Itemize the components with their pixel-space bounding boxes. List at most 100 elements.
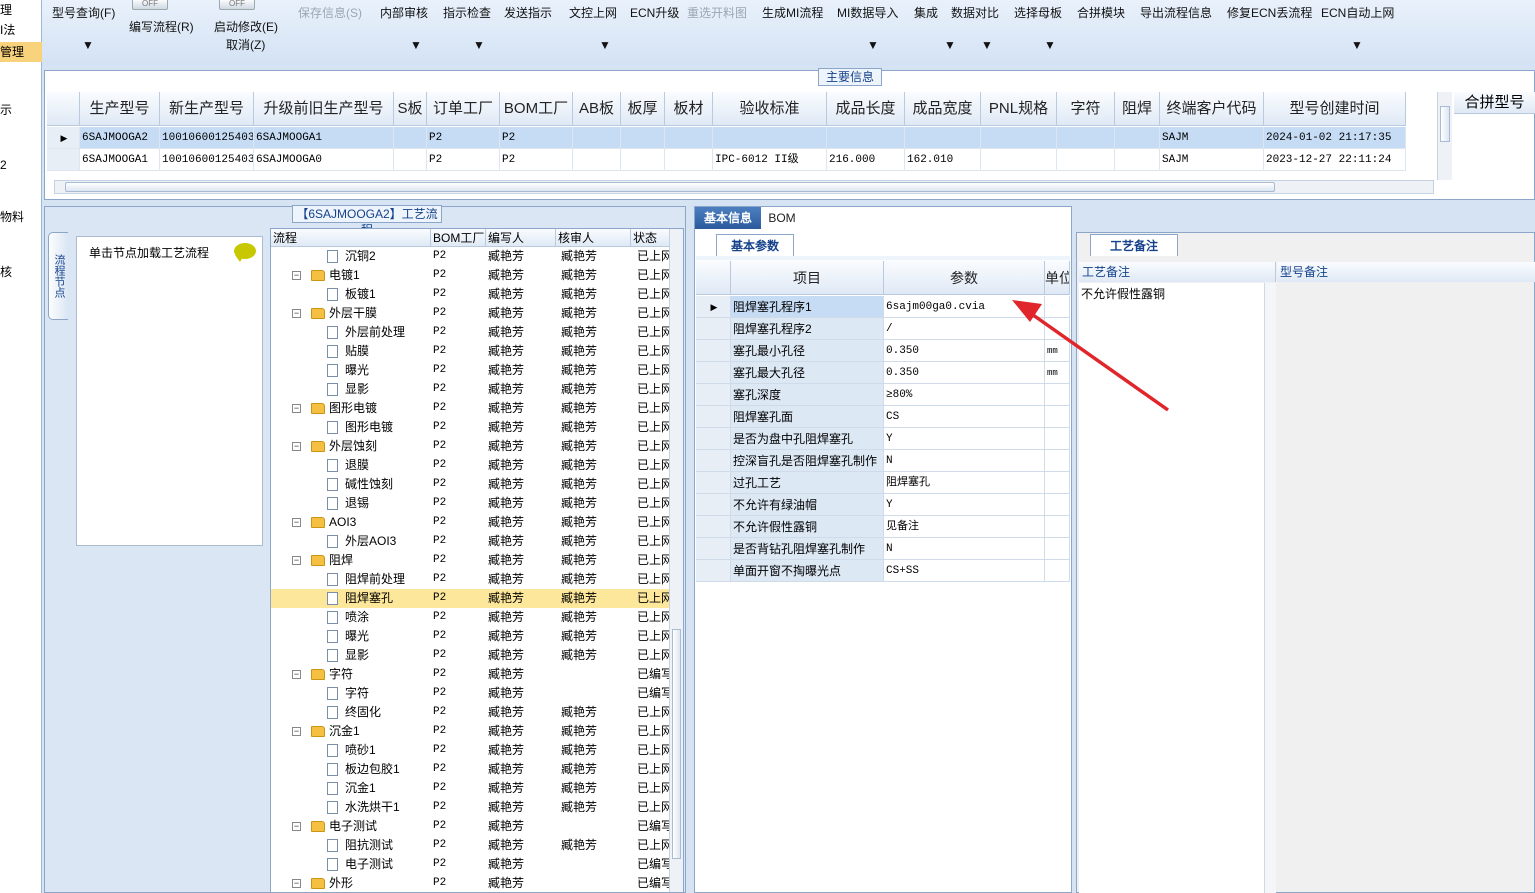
tree-node[interactable]: 贴膜 P2 臧艳芳 臧艳芳 已上网: [271, 342, 671, 361]
tree-node[interactable]: 阻焊塞孔 P2 臧艳芳 臧艳芳 已上网: [271, 589, 671, 608]
tree-node[interactable]: 板镀1 P2 臧艳芳 臧艳芳 已上网: [271, 285, 671, 304]
tree-node[interactable]: 图形电镀 P2 臧艳芳 臧艳芳 已上网: [271, 418, 671, 437]
toggle-switch[interactable]: OFF: [132, 0, 168, 10]
toolbar-button[interactable]: 修复ECN丢流程: [1227, 4, 1312, 21]
collapse-icon[interactable]: −: [292, 879, 301, 888]
tree-node[interactable]: 喷砂1 P2 臧艳芳 臧艳芳 已上网: [271, 741, 671, 760]
collapse-icon[interactable]: −: [292, 822, 301, 831]
tree-node[interactable]: 水洗烘干1 P2 臧艳芳 臧艳芳 已上网: [271, 798, 671, 817]
column-header[interactable]: BOM工厂: [500, 92, 573, 126]
left-nav-item[interactable]: 2: [0, 155, 42, 175]
tree-node[interactable]: 喷涂 P2 臧艳芳 臧艳芳 已上网: [271, 608, 671, 627]
collapse-icon[interactable]: −: [292, 727, 301, 736]
tab-process-nodes[interactable]: 流程节点: [48, 232, 68, 320]
chevron-down-icon[interactable]: ▼: [867, 38, 879, 52]
param-value[interactable]: 阻焊塞孔: [884, 472, 1045, 494]
tree-node[interactable]: 外层AOI3 P2 臧艳芳 臧艳芳 已上网: [271, 532, 671, 551]
param-value[interactable]: N: [884, 450, 1045, 472]
column-header[interactable]: 板厚: [621, 92, 665, 126]
tree-node[interactable]: − 阻焊 P2 臧艳芳 臧艳芳 已上网: [271, 551, 671, 570]
collapse-icon[interactable]: −: [292, 670, 301, 679]
column-header[interactable]: AB板: [573, 92, 621, 126]
tree-node[interactable]: 沉铜2 P2 臧艳芳 臧艳芳 已上网: [271, 247, 671, 266]
column-header[interactable]: 成品宽度: [905, 92, 981, 126]
toolbar-button[interactable]: 编写流程(R): [129, 18, 194, 35]
tab-basic-params[interactable]: 基本参数: [716, 234, 794, 256]
tree-node[interactable]: 终固化 P2 臧艳芳 臧艳芳 已上网: [271, 703, 671, 722]
toolbar-button[interactable]: 选择母板: [1014, 4, 1062, 21]
param-column-header[interactable]: 项目: [731, 261, 884, 295]
column-header[interactable]: 终端客户代码: [1160, 92, 1264, 126]
tree-node[interactable]: 字符 P2 臧艳芳 已编写: [271, 684, 671, 703]
column-header[interactable]: 型号创建时间: [1264, 92, 1406, 126]
column-header[interactable]: 验收标准: [713, 92, 827, 126]
chevron-down-icon[interactable]: ▼: [981, 38, 993, 52]
left-nav-item[interactable]: 核: [0, 262, 42, 282]
toolbar-button[interactable]: 数据对比: [951, 4, 999, 21]
tab-basic-info[interactable]: 基本信息: [695, 207, 761, 229]
chevron-down-icon[interactable]: ▼: [473, 38, 485, 52]
left-nav-item[interactable]: 管理: [0, 42, 42, 62]
tree-node[interactable]: − 外形 P2 臧艳芳 已编写: [271, 874, 671, 892]
toolbar-button[interactable]: 指示检查: [443, 4, 491, 21]
toggle-switch[interactable]: OFF: [219, 0, 255, 10]
toolbar-button[interactable]: 集成: [914, 4, 938, 21]
toolbar-button[interactable]: 导出流程信息: [1140, 4, 1212, 21]
tree-node[interactable]: 碱性蚀刻 P2 臧艳芳 臧艳芳 已上网: [271, 475, 671, 494]
toolbar-button[interactable]: MI数据导入: [837, 4, 898, 21]
tree-node[interactable]: 曝光 P2 臧艳芳 臧艳芳 已上网: [271, 627, 671, 646]
tree-node[interactable]: 外层前处理 P2 臧艳芳 臧艳芳 已上网: [271, 323, 671, 342]
tree-node[interactable]: 退膜 P2 臧艳芳 臧艳芳 已上网: [271, 456, 671, 475]
column-header[interactable]: 阻焊: [1115, 92, 1160, 126]
column-header[interactable]: 板材: [665, 92, 713, 126]
tree-node[interactable]: 板边包胶1 P2 臧艳芳 臧艳芳 已上网: [271, 760, 671, 779]
tree-column-header[interactable]: BOM工厂: [431, 229, 486, 247]
chevron-down-icon[interactable]: ▼: [599, 38, 611, 52]
tree-node[interactable]: − 外层干膜 P2 臧艳芳 臧艳芳 已上网: [271, 304, 671, 323]
chevron-down-icon[interactable]: ▼: [1351, 38, 1363, 52]
toolbar-button[interactable]: 合拼模块: [1077, 4, 1125, 21]
param-value[interactable]: Y: [884, 428, 1045, 450]
tree-node[interactable]: − 沉金1 P2 臧艳芳 臧艳芳 已上网: [271, 722, 671, 741]
column-header[interactable]: 新生产型号: [160, 92, 254, 126]
toolbar-button[interactable]: 启动修改(E): [214, 18, 278, 35]
left-nav-item[interactable]: 示: [0, 100, 42, 120]
tree-node[interactable]: 阻焊前处理 P2 臧艳芳 臧艳芳 已上网: [271, 570, 671, 589]
tree-node[interactable]: − 电子测试 P2 臧艳芳 已编写: [271, 817, 671, 836]
chevron-down-icon[interactable]: ▼: [944, 38, 956, 52]
tree-node[interactable]: − 外层蚀刻 P2 臧艳芳 臧艳芳 已上网: [271, 437, 671, 456]
collapse-icon[interactable]: −: [292, 556, 301, 565]
toolbar-button[interactable]: 生成MI流程: [762, 4, 823, 21]
tree-column-header[interactable]: 编写人: [486, 229, 556, 247]
tree-node[interactable]: 沉金1 P2 臧艳芳 臧艳芳 已上网: [271, 779, 671, 798]
collapse-icon[interactable]: −: [292, 309, 301, 318]
column-header[interactable]: S板: [394, 92, 427, 126]
tree-node[interactable]: 电子测试 P2 臧艳芳 已编写: [271, 855, 671, 874]
chevron-down-icon[interactable]: ▼: [1044, 38, 1056, 52]
toolbar-button[interactable]: 发送指示: [504, 4, 552, 21]
param-value[interactable]: CS+SS: [884, 560, 1045, 582]
tab-bom[interactable]: BOM: [764, 207, 800, 229]
tree-column-header[interactable]: 流程: [271, 229, 431, 247]
column-header[interactable]: 升级前旧生产型号: [254, 92, 394, 126]
column-header[interactable]: PNL规格: [981, 92, 1057, 126]
tree-node[interactable]: 退锡 P2 臧艳芳 臧艳芳 已上网: [271, 494, 671, 513]
collapse-icon[interactable]: −: [292, 442, 301, 451]
param-value[interactable]: Y: [884, 494, 1045, 516]
left-nav-item[interactable]: 理: [0, 0, 42, 20]
collapse-icon[interactable]: −: [292, 404, 301, 413]
notes-scrollbar[interactable]: [1264, 283, 1276, 893]
tree-node[interactable]: 阻抗测试 P2 臧艳芳 臧艳芳 已上网: [271, 836, 671, 855]
collapse-icon[interactable]: −: [292, 271, 301, 280]
column-header[interactable]: 字符: [1057, 92, 1115, 126]
toolbar-button[interactable]: 文控上网: [569, 4, 617, 21]
tree-vertical-scrollbar[interactable]: [669, 229, 683, 892]
toolbar-button[interactable]: ECN升级: [630, 4, 679, 21]
left-nav-item[interactable]: 物料: [0, 207, 42, 227]
tree-node[interactable]: 曝光 P2 臧艳芳 臧艳芳 已上网: [271, 361, 671, 380]
column-header[interactable]: 生产型号: [80, 92, 160, 126]
left-nav-item[interactable]: I法: [0, 20, 42, 40]
param-value[interactable]: N: [884, 538, 1045, 560]
tab-process-notes[interactable]: 工艺备注: [1090, 234, 1178, 256]
tree-node[interactable]: − 图形电镀 P2 臧艳芳 臧艳芳 已上网: [271, 399, 671, 418]
